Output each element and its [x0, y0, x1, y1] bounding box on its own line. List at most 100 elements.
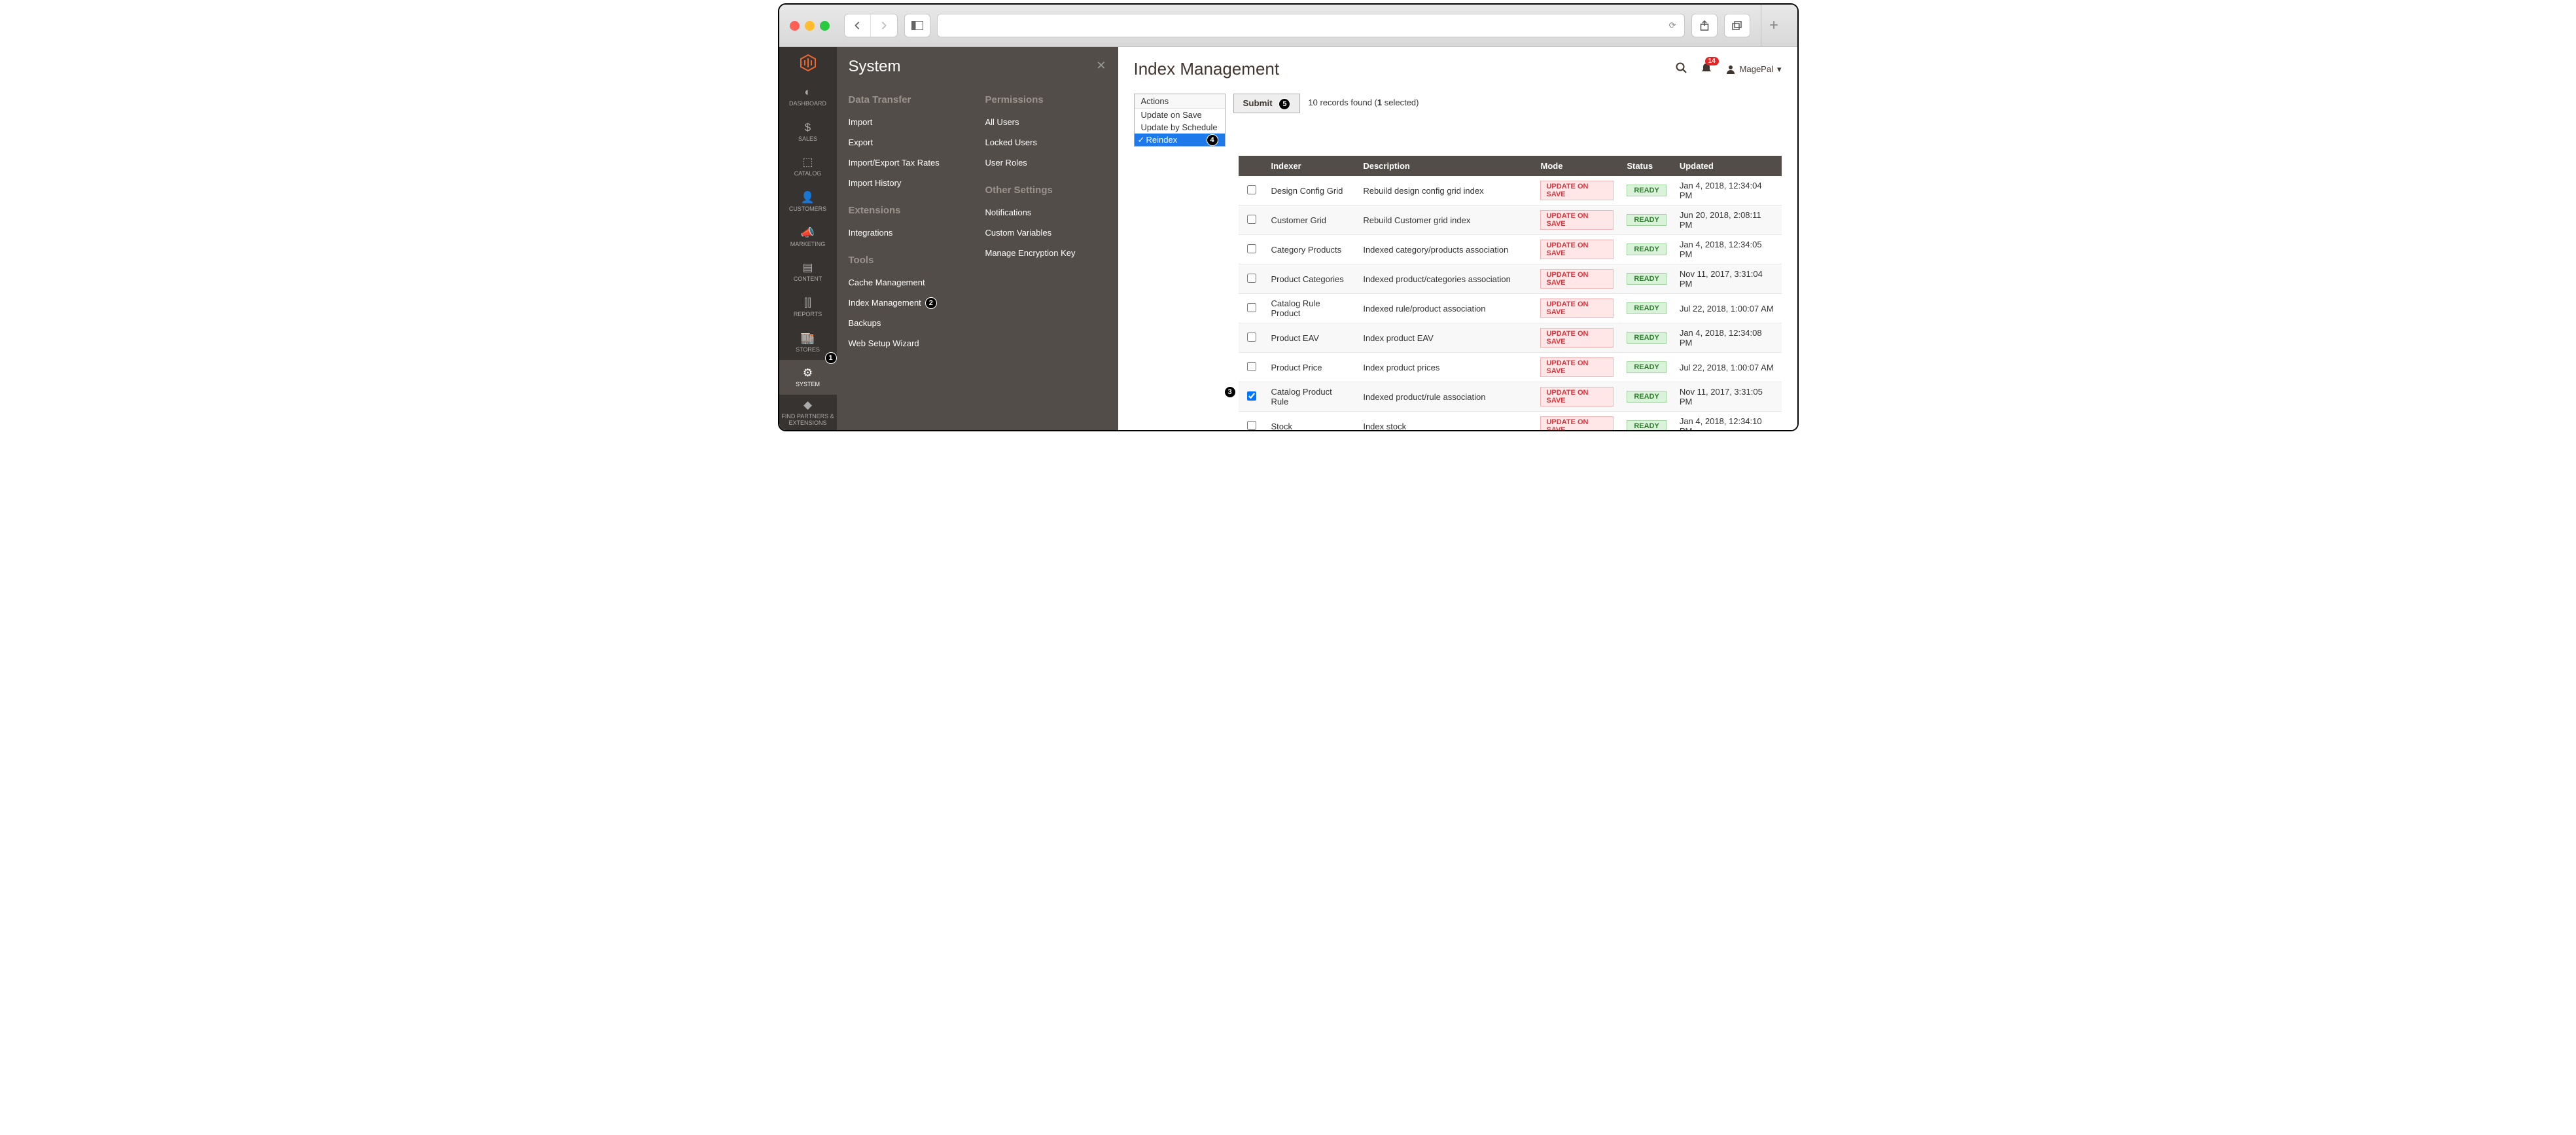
row-checkbox[interactable]	[1247, 274, 1256, 283]
sidebar-toggle-button[interactable]	[904, 14, 930, 37]
nav-item-label: DASHBOARD	[789, 101, 826, 107]
indexer-cell: Category Products	[1265, 235, 1357, 264]
nav-item-find-partners-extensions[interactable]: ◆FIND PARTNERS & EXTENSIONS	[779, 395, 837, 430]
user-name: MagePal	[1740, 64, 1773, 74]
notifications-button[interactable]: 14	[1701, 62, 1712, 76]
content-icon: ▤	[802, 261, 813, 274]
nav-item-label: SYSTEM	[796, 382, 820, 388]
close-icon[interactable]: ✕	[1096, 59, 1106, 73]
page-title: Index Management	[1134, 59, 1676, 79]
records-info: 10 records found (1 selected)	[1308, 94, 1419, 107]
flyout-link-import-export-tax-rates[interactable]: Import/Export Tax Rates	[849, 153, 940, 173]
flyout-link-integrations[interactable]: Integrations	[849, 223, 893, 243]
nav-item-customers[interactable]: 👤CUSTOMERS	[779, 185, 837, 220]
mode-badge: UPDATE ON SAVE	[1540, 357, 1614, 377]
row-checkbox[interactable]	[1247, 391, 1256, 401]
sales-icon: $	[805, 121, 811, 134]
updated-cell: Jan 4, 2018, 12:34:10 PM	[1673, 412, 1782, 432]
status-cell: READY	[1620, 235, 1673, 264]
row-checkbox[interactable]	[1247, 185, 1256, 194]
flyout-link-import[interactable]: Import	[849, 112, 873, 132]
dashboard-icon: ◐	[804, 86, 811, 99]
nav-item-sales[interactable]: $ SALES	[779, 114, 837, 149]
tabs-button[interactable]	[1724, 14, 1750, 37]
col-mode[interactable]: Mode	[1534, 156, 1620, 176]
nav-item-label: SALES	[798, 136, 817, 143]
step-badge-4: 4	[1207, 134, 1218, 146]
flyout-link-backups[interactable]: Backups	[849, 313, 881, 333]
nav-item-marketing[interactable]: 📣MARKETING	[779, 219, 837, 255]
row-checkbox[interactable]	[1247, 362, 1256, 371]
chevron-down-icon: ▾	[1777, 64, 1782, 75]
flyout-link-index-management[interactable]: Index Management	[849, 293, 921, 313]
search-icon[interactable]	[1676, 62, 1687, 76]
row-checkbox[interactable]	[1247, 244, 1256, 253]
action-option-reindex[interactable]: Reindex4	[1135, 134, 1225, 146]
action-option-update-on-save[interactable]: Update on Save	[1135, 109, 1225, 121]
submit-button[interactable]: Submit 5	[1233, 94, 1301, 113]
actions-dropdown[interactable]: Actions Update on SaveUpdate by Schedule…	[1134, 94, 1226, 147]
updated-cell: Jan 4, 2018, 12:34:08 PM	[1673, 323, 1782, 353]
header-actions: 14 MagePal ▾	[1676, 62, 1782, 76]
select-all-header	[1239, 156, 1265, 176]
share-button[interactable]	[1691, 14, 1718, 37]
flyout-link-notifications[interactable]: Notifications	[985, 202, 1032, 223]
mode-badge: UPDATE ON SAVE	[1540, 387, 1614, 406]
browser-window: ⟳ + 1 ◐DASHBOARD$SALES⬚CATALOG👤CUSTOMERS…	[778, 3, 1799, 431]
row-checkbox[interactable]	[1247, 421, 1256, 430]
find-partners-extensions-icon: ◆	[803, 399, 812, 412]
table-header-row: Indexer Description Mode Status Updated	[1239, 156, 1782, 176]
status-cell: READY	[1620, 382, 1673, 412]
nav-history-buttons	[844, 14, 898, 37]
row-checkbox[interactable]	[1247, 303, 1256, 312]
col-description[interactable]: Description	[1356, 156, 1534, 176]
flyout-column: Data TransferImportExportImport/Export T…	[841, 82, 978, 353]
user-menu[interactable]: MagePal ▾	[1725, 64, 1782, 75]
browser-toolbar: ⟳ +	[779, 5, 1797, 47]
nav-item-reports[interactable]: ⫿⫿REPORTS	[779, 290, 837, 325]
row-checkbox[interactable]	[1247, 215, 1256, 224]
back-button[interactable]	[845, 14, 871, 37]
window-zoom-icon[interactable]	[820, 21, 830, 31]
status-badge: READY	[1627, 302, 1667, 314]
reload-icon[interactable]: ⟳	[1669, 20, 1676, 31]
row-checkbox[interactable]	[1247, 333, 1256, 342]
status-cell: READY	[1620, 176, 1673, 206]
nav-item-dashboard[interactable]: ◐ DASHBOARD	[779, 79, 837, 115]
nav-item-content[interactable]: ▤CONTENT	[779, 255, 837, 290]
status-badge: READY	[1627, 361, 1667, 373]
checkbox-cell	[1239, 412, 1265, 432]
main-content: Index Management 14 MagePal ▾	[1118, 47, 1797, 430]
status-badge: READY	[1627, 243, 1667, 255]
action-option-update-by-schedule[interactable]: Update by Schedule	[1135, 121, 1225, 134]
indexer-cell: Product Categories	[1265, 264, 1357, 294]
updated-cell: Jun 20, 2018, 2:08:11 PM	[1673, 206, 1782, 235]
flyout-link-all-users[interactable]: All Users	[985, 112, 1019, 132]
forward-button[interactable]	[871, 14, 897, 37]
mode-cell: UPDATE ON SAVE	[1534, 323, 1620, 353]
window-minimize-icon[interactable]	[805, 21, 815, 31]
url-bar[interactable]: ⟳	[937, 14, 1685, 37]
window-close-icon[interactable]	[790, 21, 800, 31]
col-updated[interactable]: Updated	[1673, 156, 1782, 176]
flyout-link-user-roles[interactable]: User Roles	[985, 153, 1027, 173]
flyout-link-export[interactable]: Export	[849, 132, 873, 153]
col-indexer[interactable]: Indexer	[1265, 156, 1357, 176]
flyout-link-web-setup-wizard[interactable]: Web Setup Wizard	[849, 333, 919, 353]
updated-cell: Jul 22, 2018, 1:00:07 AM	[1673, 294, 1782, 323]
flyout-link-locked-users[interactable]: Locked Users	[985, 132, 1037, 153]
table-row: Product PriceIndex product pricesUPDATE …	[1239, 353, 1782, 382]
magento-logo[interactable]	[779, 47, 837, 79]
nav-item-system[interactable]: ⚙SYSTEM	[779, 360, 837, 395]
table-row: StockIndex stockUPDATE ON SAVEREADYJan 4…	[1239, 412, 1782, 432]
col-status[interactable]: Status	[1620, 156, 1673, 176]
status-cell: READY	[1620, 412, 1673, 432]
flyout-link-cache-management[interactable]: Cache Management	[849, 272, 925, 293]
flyout-heading: Data Transfer	[849, 82, 970, 112]
new-tab-button[interactable]: +	[1761, 5, 1787, 47]
nav-item-catalog[interactable]: ⬚CATALOG	[779, 149, 837, 185]
flyout-link-import-history[interactable]: Import History	[849, 173, 902, 193]
system-flyout: System ✕ Data TransferImportExportImport…	[837, 47, 1118, 430]
flyout-link-manage-encryption-key[interactable]: Manage Encryption Key	[985, 243, 1076, 263]
flyout-link-custom-variables[interactable]: Custom Variables	[985, 223, 1052, 243]
